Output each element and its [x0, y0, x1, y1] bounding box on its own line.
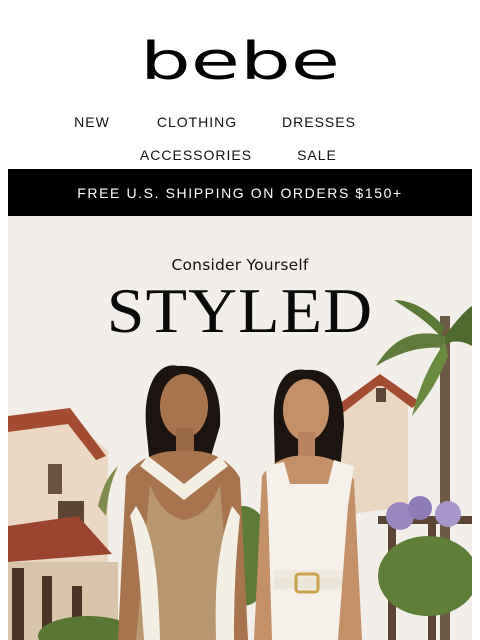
nav-link-new[interactable]: NEW — [74, 114, 110, 130]
hero-banner[interactable]: Consider Yourself STYLED — [8, 216, 472, 640]
nav-link-dresses[interactable]: DRESSES — [282, 114, 356, 130]
nav-row-2: ACCESSORIES SALE — [0, 147, 480, 165]
hero-title: STYLED — [106, 275, 374, 346]
hero-subtitle: Consider Yourself — [171, 256, 309, 274]
nav-link-clothing[interactable]: CLOTHING — [157, 114, 237, 130]
nav-row-1: NEW CLOTHING DRESSES — [0, 114, 480, 132]
shipping-banner-text: FREE U.S. SHIPPING ON ORDERS $150+ — [77, 184, 403, 201]
bebe-logo-text: bebe — [140, 37, 340, 87]
brand-logo-link[interactable]: bebe — [0, 34, 480, 90]
bebe-logo: bebe — [140, 37, 340, 87]
nav-link-sale[interactable]: SALE — [297, 147, 337, 163]
shipping-banner[interactable]: FREE U.S. SHIPPING ON ORDERS $150+ — [8, 169, 472, 216]
nav-link-accessories[interactable]: ACCESSORIES — [140, 147, 252, 163]
